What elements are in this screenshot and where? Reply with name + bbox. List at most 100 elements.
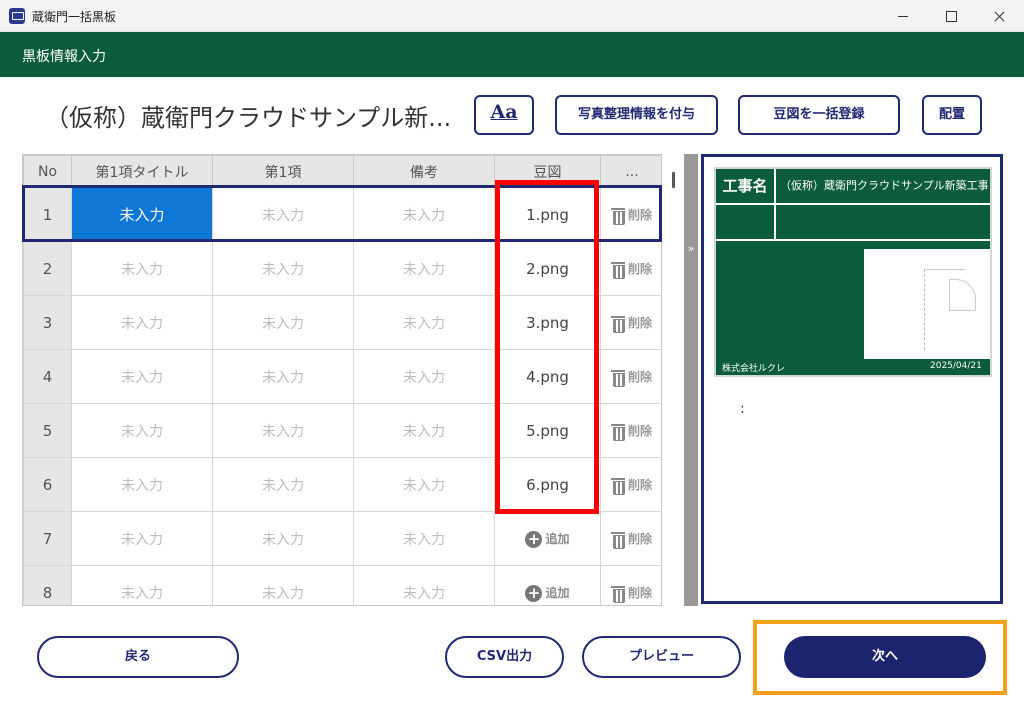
close-button[interactable] [976,0,1022,32]
table-row: 5 未入力 未入力 未入力 5.png 削除 [23,403,661,458]
figure-cell[interactable]: 5.png [494,403,601,458]
column-header-more[interactable]: ... [600,155,661,188]
delete-row-button[interactable]: 削除 [600,295,661,350]
delete-row-button[interactable]: 削除 [600,349,661,404]
board-value: （仮称）蔵衛門クラウドサンプル新築工事 [780,179,988,192]
title-bar: 蔵衛門一括黒板 [0,0,1024,32]
delete-row-button[interactable]: 削除 [600,565,661,605]
panel-splitter[interactable]: » [684,154,698,606]
window-title: 蔵衛門一括黒板 [32,10,117,24]
trash-icon [610,532,625,549]
note-cell[interactable]: 未入力 [353,187,495,242]
trash-icon [610,316,625,333]
delete-row-button[interactable]: 削除 [600,511,661,566]
csv-export-button[interactable]: CSV出力 [445,636,564,678]
table-header-row: No 第1項タイトル 第1項 備考 豆図 ... [23,155,661,188]
trash-icon [610,478,625,495]
add-figure-button[interactable]: + 追加 [494,565,601,605]
table-row: 3 未入力 未入力 未入力 3.png 削除 [23,295,661,350]
add-photo-info-button[interactable]: 写真整理情報を付与 [555,95,718,135]
title-cell[interactable]: 未入力 [71,241,213,296]
row-number: 6 [23,457,72,512]
item-cell[interactable]: 未入力 [212,565,354,605]
row-number: 1 [23,187,72,242]
delete-row-button[interactable]: 削除 [600,187,661,242]
note-cell[interactable]: 未入力 [353,565,495,605]
column-header-item: 第1項 [212,155,354,188]
note-cell[interactable]: 未入力 [353,349,495,404]
row-number: 5 [23,403,72,458]
plus-circle-icon: + [525,584,543,602]
delete-row-button[interactable]: 削除 [600,457,661,512]
item-cell[interactable]: 未入力 [212,295,354,350]
column-header-no: No [23,155,72,188]
title-cell[interactable]: 未入力 [71,349,213,404]
figure-thumbnail [864,249,990,359]
delete-label: 削除 [627,262,652,276]
preview-button[interactable]: プレビュー [582,636,741,678]
board-company: 株式会社ルクレ [722,364,786,374]
project-title: （仮称）蔵衛門クラウドサンプル新... [45,104,452,132]
plus-circle-icon: + [525,530,543,548]
figure-cell[interactable]: 2.png [494,241,601,296]
minimize-button[interactable] [880,0,926,32]
blackboard-preview: 工事名 （仮称）蔵衛門クラウドサンプル新築工事 株式会社ルクレ 2025/04/… [714,167,992,377]
add-figure-button[interactable]: + 追加 [494,511,601,566]
row-number: 7 [23,511,72,566]
board-date: 2025/04/21 [930,361,982,371]
preview-field-text: : [740,401,745,417]
title-cell[interactable]: 未入力 [71,187,213,242]
item-cell[interactable]: 未入力 [212,187,354,242]
delete-label: 削除 [627,478,652,492]
figure-cell[interactable]: 1.png [494,187,601,242]
board-divider [774,205,776,239]
next-button[interactable]: 次へ [784,636,986,678]
note-cell[interactable]: 未入力 [353,241,495,296]
trash-icon [610,262,625,279]
scrollbar-thumb[interactable] [672,172,675,188]
maximize-button[interactable] [928,0,974,32]
figure-cell[interactable]: 3.png [494,295,601,350]
table-row: 6 未入力 未入力 未入力 6.png 削除 [23,457,661,512]
bulk-register-figure-button[interactable]: 豆図を一括登録 [738,95,900,135]
delete-label: 削除 [627,370,652,384]
board-label: 工事名 [716,169,776,203]
figure-cell[interactable]: 4.png [494,349,601,404]
add-label: 追加 [545,531,570,546]
add-label: 追加 [545,585,570,600]
page-header: 黒板情報入力 [0,32,1024,77]
delete-row-button[interactable]: 削除 [600,241,661,296]
item-cell[interactable]: 未入力 [212,511,354,566]
item-cell[interactable]: 未入力 [212,403,354,458]
delete-label: 削除 [627,586,652,600]
item-cell[interactable]: 未入力 [212,241,354,296]
note-cell[interactable]: 未入力 [353,403,495,458]
font-icon: Aa [490,101,518,123]
delete-label: 削除 [627,208,652,222]
back-button[interactable]: 戻る [37,636,239,678]
title-cell[interactable]: 未入力 [71,511,213,566]
figure-cell[interactable]: 6.png [494,457,601,512]
note-cell[interactable]: 未入力 [353,457,495,512]
row-number: 8 [23,565,72,605]
note-cell[interactable]: 未入力 [353,511,495,566]
row-number: 2 [23,241,72,296]
layout-button[interactable]: 配置 [922,95,982,135]
table-row: 1 未入力 未入力 未入力 1.png 削除 [23,187,661,242]
item-cell[interactable]: 未入力 [212,457,354,512]
board-row-empty [716,205,990,241]
note-cell[interactable]: 未入力 [353,295,495,350]
title-cell[interactable]: 未入力 [71,565,213,605]
delete-label: 削除 [627,532,652,546]
trash-icon [610,208,625,225]
title-cell[interactable]: 未入力 [71,403,213,458]
item-cell[interactable]: 未入力 [212,349,354,404]
table-row: 4 未入力 未入力 未入力 4.png 削除 [23,349,661,404]
table-scrollbar[interactable] [665,154,682,606]
table-row: 7 未入力 未入力 未入力 + 追加 削除 [23,511,661,566]
title-cell[interactable]: 未入力 [71,457,213,512]
column-header-note: 備考 [353,155,495,188]
delete-row-button[interactable]: 削除 [600,403,661,458]
font-settings-button[interactable]: Aa [474,95,534,135]
title-cell[interactable]: 未入力 [71,295,213,350]
